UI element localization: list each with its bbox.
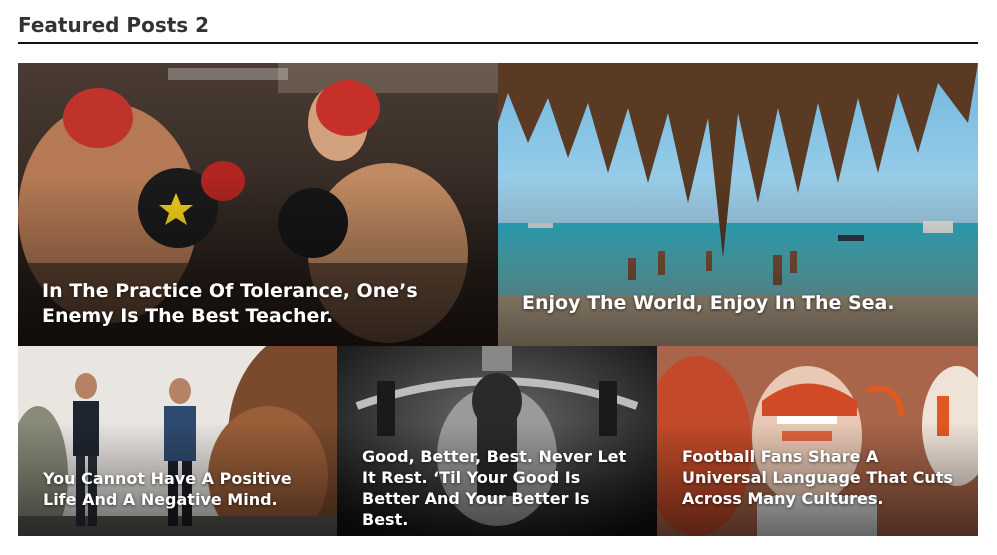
caption-overlay <box>498 176 978 346</box>
post-title[interactable]: Football Fans Share A Universal Language… <box>682 446 960 509</box>
title-divider <box>18 42 978 44</box>
featured-post-card[interactable]: In The Practice Of Tolerance, One’s Enem… <box>18 63 498 346</box>
featured-post-card[interactable]: Good, Better, Best. Never Let It Rest. ‘… <box>337 346 657 536</box>
featured-post-card[interactable]: You Cannot Have A Positive Life And A Ne… <box>18 346 337 536</box>
post-title[interactable]: You Cannot Have A Positive Life And A Ne… <box>43 468 319 510</box>
featured-post-card[interactable]: Football Fans Share A Universal Language… <box>657 346 978 536</box>
section-title: Featured Posts 2 <box>18 13 210 37</box>
post-title[interactable]: Enjoy The World, Enjoy In The Sea. <box>522 291 960 316</box>
post-title[interactable]: In The Practice Of Tolerance, One’s Enem… <box>42 279 480 329</box>
featured-post-card[interactable]: Enjoy The World, Enjoy In The Sea. <box>498 63 978 346</box>
post-title[interactable]: Good, Better, Best. Never Let It Rest. ‘… <box>362 446 639 530</box>
